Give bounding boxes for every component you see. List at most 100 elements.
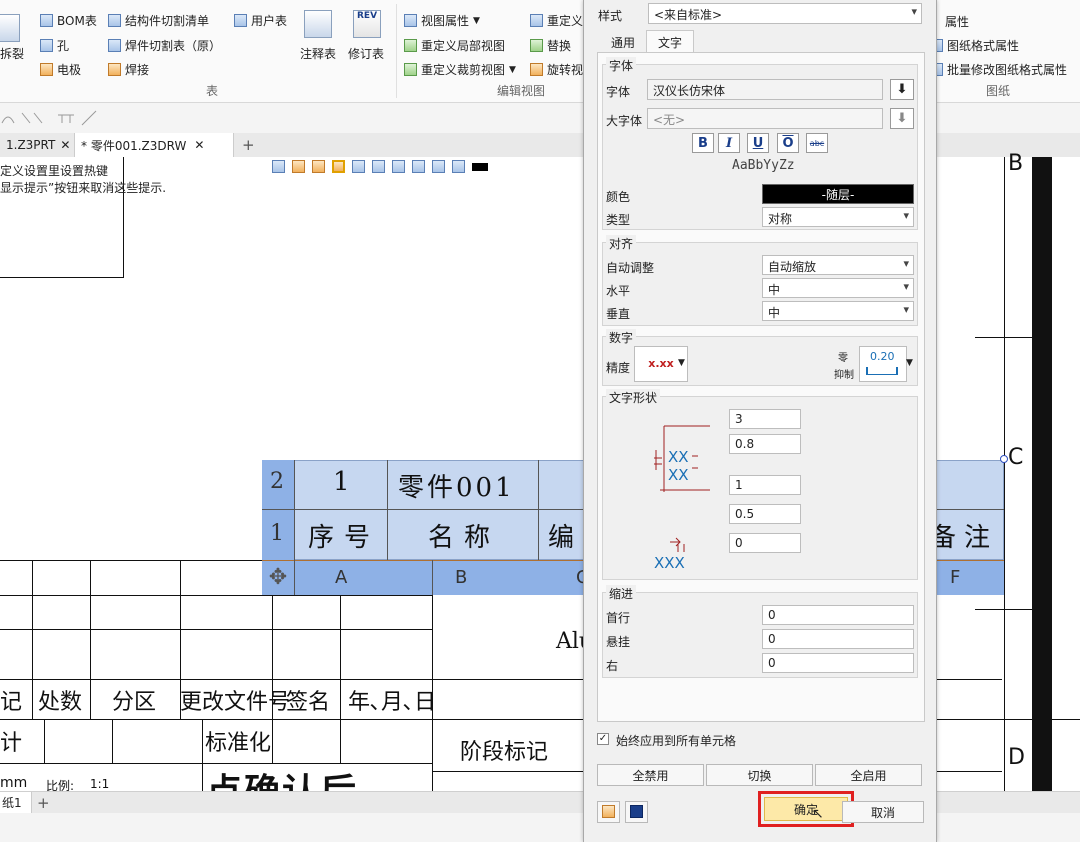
weld-cut-button[interactable]: 焊件切割表（原）	[108, 37, 221, 54]
grip-point[interactable]	[1000, 455, 1008, 463]
cell-icon[interactable]	[352, 160, 365, 173]
first-line-field[interactable]: 0	[762, 605, 914, 625]
hole-table-button[interactable]: 孔	[40, 37, 69, 54]
tab-text[interactable]: 文字	[646, 30, 694, 53]
row-number-2: 2	[270, 469, 284, 494]
rotate-view-button[interactable]: 旋转视	[530, 61, 583, 78]
style-select[interactable]: <来自标准>	[648, 3, 922, 24]
sheet-frame-bar	[1032, 157, 1052, 791]
type-select[interactable]: 对称	[762, 207, 914, 227]
user-table-button[interactable]: 用户表	[234, 12, 287, 29]
color-field[interactable]: -随层-	[762, 184, 914, 204]
redefine-button[interactable]: 重定义	[530, 12, 583, 29]
sketch-tools-icon[interactable]	[0, 103, 110, 133]
zero-suppress-select[interactable]: 0.20	[859, 346, 907, 382]
redefine-clip-view-button[interactable]: 重定义裁剪视图 ▼	[404, 61, 516, 78]
arrow-down-icon[interactable]: ⬇	[890, 79, 914, 100]
redefine-local-icon	[404, 39, 417, 52]
view-properties-button[interactable]: 视图属性 ▼	[404, 12, 480, 29]
table-edit-icon[interactable]	[332, 160, 345, 173]
add-tab-icon[interactable]: +	[236, 133, 256, 157]
style-label: 样式	[598, 9, 623, 23]
apply-all-checkbox[interactable]: ✓	[597, 733, 609, 745]
fill-icon[interactable]	[432, 160, 445, 173]
cell-remark-header[interactable]: 备注	[930, 517, 998, 554]
annotation-table-label[interactable]: 注释表	[300, 45, 336, 62]
bom-icon	[40, 14, 53, 27]
annotation-table-icon[interactable]	[304, 10, 332, 38]
line-style-icon[interactable]	[472, 162, 488, 171]
auto-adjust-select[interactable]: 自动缩放	[762, 255, 914, 275]
add-sheet-icon[interactable]: +	[37, 792, 50, 814]
tab-part-file[interactable]: 1.Z3PRT ✕	[0, 133, 72, 157]
enable-all-button[interactable]: 全启用	[815, 764, 922, 786]
disable-all-button[interactable]: 全禁用	[597, 764, 704, 786]
split-icon[interactable]	[0, 14, 20, 42]
toggle-button[interactable]: 切换	[706, 764, 813, 786]
replace-button[interactable]: 替换	[530, 37, 571, 54]
italic-button[interactable]: I	[718, 133, 740, 153]
bigfont-field: <无>	[647, 108, 883, 129]
vertical-select[interactable]: 中	[762, 301, 914, 321]
overline-button[interactable]: O	[777, 133, 799, 153]
brush-icon[interactable]	[597, 801, 620, 823]
sheet-format-button[interactable]: 图纸格式属性	[930, 37, 1019, 54]
brush-icon[interactable]	[292, 160, 305, 173]
ribbon-separator	[396, 4, 397, 98]
close-icon[interactable]: ✕	[60, 138, 70, 152]
cut-list-button[interactable]: 结构件切割清单	[108, 12, 209, 29]
merge-icon[interactable]	[392, 160, 405, 173]
tb-line	[0, 595, 432, 596]
zone-mark-d: D	[1008, 745, 1025, 770]
bold-button[interactable]: B	[692, 133, 714, 153]
column-a-label[interactable]: A	[335, 567, 347, 588]
tb-mark: 记	[0, 690, 23, 715]
color-label: 颜色	[606, 190, 631, 204]
move-handle-icon[interactable]: ✥	[263, 563, 293, 593]
cell-name-header[interactable]: 名称	[428, 517, 500, 554]
horizontal-select[interactable]: 中	[762, 278, 914, 298]
tab-general[interactable]: 通用	[604, 32, 642, 52]
tb-vline	[44, 719, 45, 763]
font-field[interactable]: 汉仪长仿宋体	[647, 79, 883, 100]
shape-field-slant[interactable]: 0	[729, 533, 801, 553]
shape-field-spacing[interactable]: 1	[729, 475, 801, 495]
revision-table-icon[interactable]: REV	[353, 10, 381, 38]
hanging-field[interactable]: 0	[762, 629, 914, 649]
close-icon[interactable]: ✕	[194, 138, 204, 152]
cell-code-header[interactable]: 编	[548, 517, 574, 554]
cell-seq-header[interactable]: 序号	[308, 517, 380, 554]
underline-button[interactable]: U	[747, 133, 769, 153]
weld-button[interactable]: 焊接	[108, 61, 149, 78]
format-painter-icon[interactable]	[312, 160, 325, 173]
cancel-button[interactable]: 取消	[842, 801, 924, 823]
cell-name-value[interactable]: 零件001	[398, 467, 515, 504]
redefine-local-view-button[interactable]: 重定义局部视图	[404, 37, 505, 54]
ok-button[interactable]: 确定	[764, 797, 848, 821]
tb-vline	[340, 595, 341, 719]
svg-text:XX: XX	[668, 448, 689, 466]
tab-drawing-file[interactable]: * 零件001.Z3DRW ✕	[74, 133, 234, 157]
column-f-label[interactable]: F	[950, 567, 960, 588]
border-icon[interactable]	[412, 160, 425, 173]
bom-table-button[interactable]: BOM表	[40, 12, 97, 29]
dimension-icon	[866, 367, 898, 375]
shape-field-line-gap[interactable]: 0.5	[729, 504, 801, 524]
electrode-table-button[interactable]: 电极	[40, 61, 81, 78]
split-label[interactable]: 拆裂	[0, 45, 24, 62]
sheet-tab-1[interactable]: 纸1	[0, 792, 32, 814]
revision-table-label[interactable]: 修订表	[348, 45, 384, 62]
save-icon[interactable]	[625, 801, 648, 823]
shape-field-height[interactable]: 3	[729, 409, 801, 429]
exit-icon[interactable]	[272, 160, 285, 173]
column-b-label[interactable]: B	[455, 567, 467, 588]
batch-format-button[interactable]: 批量修改图纸格式属性	[930, 61, 1067, 78]
properties-button[interactable]: 属性	[945, 13, 969, 30]
right-indent-field[interactable]: 0	[762, 653, 914, 673]
shape-field-width-ratio[interactable]: 0.8	[729, 434, 801, 454]
cell-seq-value[interactable]: 1	[333, 467, 350, 497]
tb-line	[0, 629, 432, 630]
grid-icon[interactable]	[372, 160, 385, 173]
strike-button[interactable]: abc	[806, 133, 828, 153]
select-icon[interactable]	[452, 160, 465, 173]
